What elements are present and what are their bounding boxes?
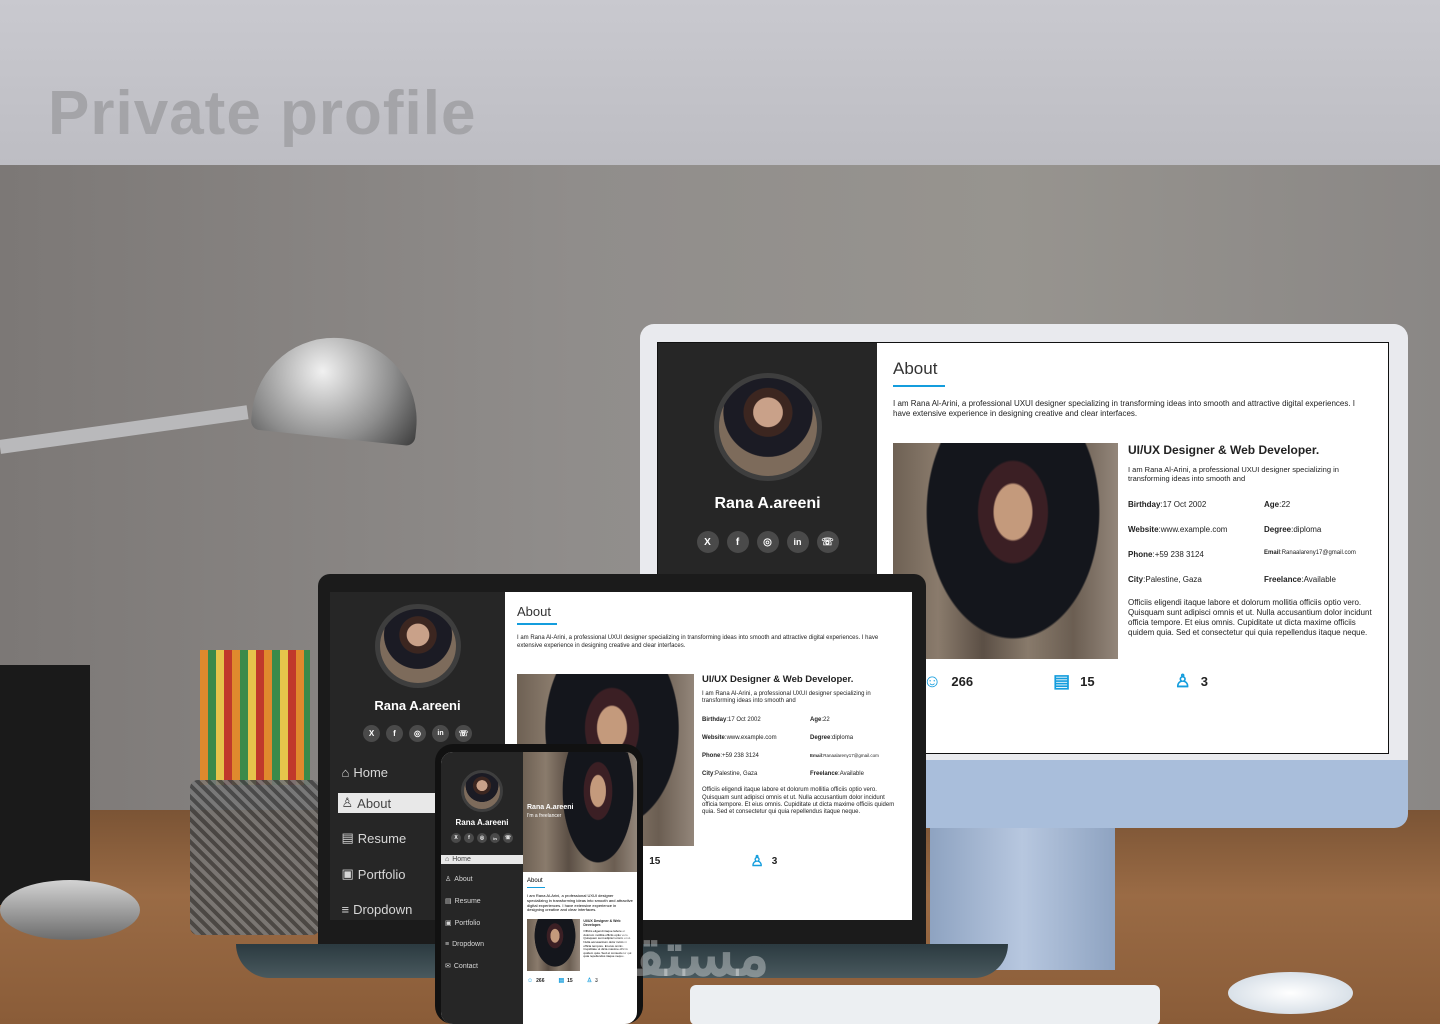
- nav-about[interactable]: ♙ About: [441, 874, 523, 884]
- intro-text: I am Rana Al-Arini, a professional UXUI …: [517, 635, 879, 649]
- watermark-logo: مستقل: [590, 921, 770, 988]
- section-title: About: [517, 604, 551, 619]
- profile-photo: [527, 919, 581, 972]
- role-title: UI/UX Designer & Web Developer.: [702, 674, 854, 685]
- award-user-icon: ♙: [1174, 671, 1191, 691]
- section-title: About: [893, 359, 938, 378]
- intro-text: I am Rana Al-Arini, a professional UXUI …: [527, 893, 633, 913]
- phone-sidebar: Rana A.areeni X f ◎ in ☏ ⌂ Home ♙ About ▤ R…: [441, 752, 523, 1024]
- hero-tagline: I'm a freelancer: [527, 813, 562, 819]
- file-icon: ▤: [445, 898, 452, 905]
- title-underline: [527, 887, 545, 888]
- nav-resume[interactable]: ▤ Resume: [441, 896, 523, 906]
- detail-freelance: Freelance:Available: [810, 771, 864, 778]
- x-icon[interactable]: X: [363, 725, 380, 742]
- title-underline: [517, 623, 557, 625]
- detail-birthday: Birthday:17 Oct 2002: [1128, 499, 1207, 509]
- lamp-base: [0, 880, 140, 940]
- detail-website: Website:www.example.com: [702, 735, 777, 742]
- file-chart-icon: ▤: [558, 978, 565, 985]
- keyboard: [690, 985, 1160, 1024]
- role-title: UI/UX Designer & Web Developer.: [1128, 443, 1320, 457]
- facebook-icon[interactable]: f: [726, 531, 749, 553]
- profile-photo: [893, 443, 1118, 659]
- avatar: [713, 373, 822, 481]
- profile-name: Rana A.areeni: [374, 698, 461, 713]
- nav-portfolio[interactable]: ▣ Portfolio: [441, 918, 523, 928]
- facebook-icon[interactable]: f: [386, 725, 403, 742]
- menu-icon: ≡: [445, 941, 450, 948]
- profile-name: Rana A.areeni: [714, 495, 821, 512]
- title-underline: [893, 385, 945, 387]
- mouse: [1228, 972, 1353, 1014]
- file-icon: ▤: [341, 830, 354, 845]
- detail-degree: Degree:diploma: [1264, 524, 1322, 534]
- main-content: About I am Rana Al-Arini, a professional…: [877, 343, 1388, 753]
- home-icon: ⌂: [341, 765, 350, 780]
- linkedin-icon[interactable]: in: [432, 725, 449, 742]
- intro-text: I am Rana Al-Arini, a professional UXUI …: [893, 399, 1356, 418]
- detail-birthday: Birthday:17 Oct 2002: [702, 717, 761, 724]
- instagram-icon[interactable]: ◎: [409, 725, 426, 742]
- user-icon: ♙: [445, 876, 452, 883]
- stat-awards: ♙ 3: [750, 853, 778, 870]
- linkedin-icon[interactable]: in: [490, 833, 500, 843]
- speaker: [0, 665, 90, 905]
- role-text: I am Rana Al-Arini, a professional UXUI …: [1128, 465, 1339, 484]
- linkedin-icon[interactable]: in: [786, 531, 809, 553]
- smile-icon: ☺: [527, 977, 534, 984]
- role-text: I am Rana Al-Arini, a professional UXUI …: [702, 691, 871, 705]
- detail-degree: Degree:diploma: [810, 735, 854, 742]
- nav-dropdown[interactable]: ≡ Dropdown: [441, 940, 523, 949]
- avatar: [374, 604, 461, 688]
- bio-text: Officiis eligendi itaque labore et dolor…: [1128, 597, 1372, 637]
- user-icon: ♙: [341, 795, 354, 810]
- stat-clients: ☺ 266: [527, 977, 545, 984]
- detail-email: Email:Ranaalareny17@gmail.com: [810, 753, 879, 759]
- bio-text: Officiis eligendi itaque labore et dolor…: [702, 787, 895, 815]
- hero-photo: Rana A.areeni I'm a freelancer: [523, 752, 637, 872]
- detail-city: City:Palestine, Gaza: [1128, 574, 1202, 584]
- stat-projects: ▤15: [558, 977, 573, 985]
- award-user-icon: ♙: [750, 853, 764, 870]
- stat-awards: ♙ 3: [1174, 671, 1208, 691]
- avatar: [461, 770, 503, 812]
- facebook-icon[interactable]: f: [464, 833, 474, 843]
- file-chart-icon: ▤: [1053, 671, 1071, 691]
- x-icon[interactable]: X: [696, 531, 719, 553]
- section-title: About: [527, 878, 543, 884]
- page-title: Private profile: [48, 79, 477, 148]
- whatsapp-icon[interactable]: ☏: [816, 531, 839, 553]
- pencils: [200, 650, 310, 785]
- stat-projects: ▤15: [1053, 671, 1095, 691]
- detail-age: Age:22: [810, 717, 830, 724]
- detail-phone: Phone:+59 238 3124: [702, 753, 759, 760]
- detail-freelance: Freelance:Available: [1264, 574, 1336, 584]
- nav-contact[interactable]: ✉ Contact: [441, 961, 523, 971]
- hero-name: Rana A.areeni: [527, 804, 574, 811]
- stat-clients: ☺ 266: [923, 671, 974, 691]
- home-icon: ⌂: [445, 856, 450, 863]
- pencil-cup: [190, 780, 320, 935]
- nav-home[interactable]: ⌂ Home: [441, 855, 523, 864]
- image-icon: ▣: [341, 866, 354, 881]
- mail-icon: ✉: [445, 963, 451, 970]
- detail-email: Email:Ranaalareny17@gmail.com: [1264, 549, 1356, 556]
- whatsapp-icon[interactable]: ☏: [503, 833, 513, 843]
- image-icon: ▣: [445, 920, 452, 927]
- detail-phone: Phone:+59 238 3124: [1128, 549, 1204, 559]
- x-icon[interactable]: X: [451, 833, 461, 843]
- instagram-icon[interactable]: ◎: [756, 531, 779, 553]
- whatsapp-icon[interactable]: ☏: [455, 725, 472, 742]
- detail-city: City:Palestine, Gaza: [702, 771, 758, 778]
- profile-name: Rana A.areeni: [455, 818, 509, 827]
- detail-website: Website:www.example.com: [1128, 524, 1228, 534]
- instagram-icon[interactable]: ◎: [477, 833, 487, 843]
- detail-age: Age:22: [1264, 499, 1291, 509]
- menu-icon: ≡: [341, 902, 350, 917]
